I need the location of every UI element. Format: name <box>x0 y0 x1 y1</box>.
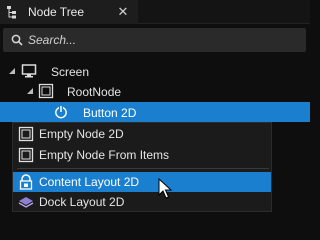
search-icon <box>11 34 23 46</box>
screen-icon <box>21 63 37 79</box>
button-icon <box>53 104 69 120</box>
tab-title: Node Tree <box>28 5 85 19</box>
menu-item-label: Empty Node 2D <box>39 127 124 141</box>
expanded-arrow-icon[interactable] <box>7 66 17 76</box>
tab-bar: Node Tree ✕ <box>0 0 310 24</box>
search-box <box>3 28 306 52</box>
tree-row-screen[interactable]: Screen <box>0 61 310 81</box>
menu-item-empty-node-2d[interactable]: Empty Node 2D <box>13 124 271 144</box>
context-menu: Empty Node 2D Empty Node From Items Cont… <box>12 122 272 212</box>
menu-separator <box>17 168 269 169</box>
menu-item-dock-layout-2d[interactable]: Dock Layout 2D <box>13 192 271 212</box>
tab-node-tree[interactable]: Node Tree ✕ <box>0 0 138 24</box>
empty-node-icon <box>38 83 54 99</box>
close-icon[interactable]: ✕ <box>116 5 130 19</box>
menu-item-label: Empty Node From Items <box>39 148 170 162</box>
node-tree-icon <box>6 5 20 19</box>
mouse-cursor-icon <box>158 177 174 200</box>
menu-item-content-layout-2d[interactable]: Content Layout 2D <box>13 172 271 192</box>
expanded-arrow-icon[interactable] <box>25 86 35 96</box>
tree-row-label: Button 2D <box>83 106 137 120</box>
empty-node-icon <box>18 126 34 142</box>
search-input[interactable] <box>28 33 288 47</box>
tree-row-button-2d[interactable]: Button 2D <box>0 102 310 122</box>
menu-item-empty-node-from-items[interactable]: Empty Node From Items <box>13 145 271 165</box>
menu-item-label: Content Layout 2D <box>39 175 140 189</box>
empty-node-icon <box>18 147 34 163</box>
content-layout-icon <box>18 174 34 190</box>
dock-layout-icon <box>18 194 34 210</box>
tree-row-label: Screen <box>51 65 90 79</box>
menu-item-label: Dock Layout 2D <box>39 195 125 209</box>
tree-row-rootnode[interactable]: RootNode <box>0 81 310 101</box>
tree-row-label: RootNode <box>67 85 122 99</box>
